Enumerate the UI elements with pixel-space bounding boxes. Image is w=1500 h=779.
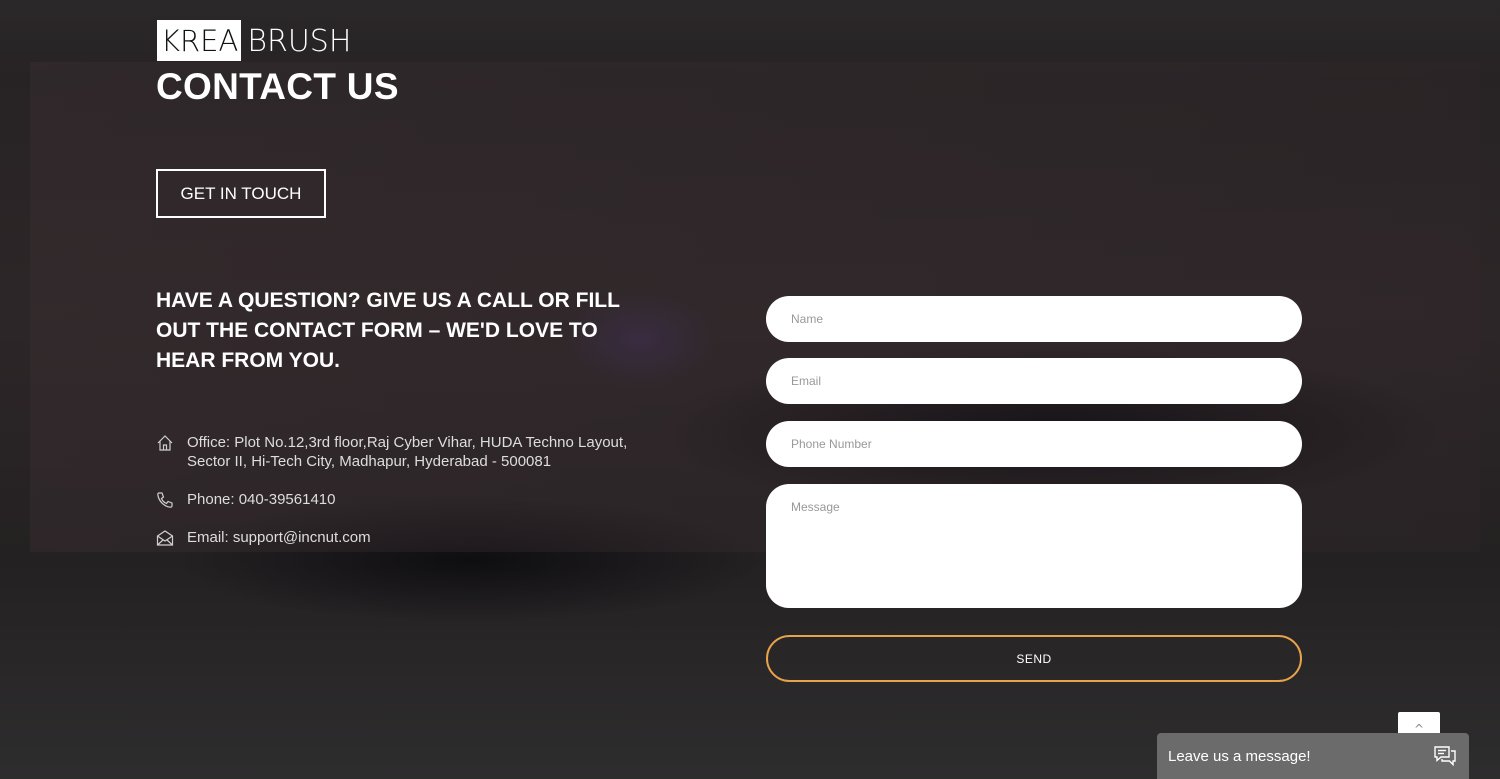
chat-bubbles-icon xyxy=(1433,745,1457,767)
logo[interactable]: KREA BRUSH xyxy=(157,20,351,61)
get-in-touch-button[interactable]: GET IN TOUCH xyxy=(156,169,326,218)
phone-text[interactable]: Phone: 040-39561410 xyxy=(187,490,335,509)
chat-widget-label: Leave us a message! xyxy=(1168,747,1311,765)
name-input[interactable] xyxy=(766,296,1302,342)
email-text[interactable]: Email: support@incnut.com xyxy=(187,528,371,547)
chat-widget[interactable]: Leave us a message! xyxy=(1157,733,1469,779)
envelope-icon xyxy=(156,529,176,549)
home-icon xyxy=(156,434,176,454)
phone-icon xyxy=(156,491,176,511)
office-address: Office: Plot No.12,3rd floor,Raj Cyber V… xyxy=(156,433,637,471)
office-text: Office: Plot No.12,3rd floor,Raj Cyber V… xyxy=(187,434,628,470)
logo-krea: KREA xyxy=(157,20,242,61)
message-textarea[interactable] xyxy=(766,484,1302,608)
email-input[interactable] xyxy=(766,358,1302,404)
page-title: CONTACT US xyxy=(156,66,399,107)
send-button[interactable]: SEND xyxy=(766,635,1302,682)
phone-info: Phone: 040-39561410 xyxy=(156,490,335,511)
logo-brush: BRUSH xyxy=(247,24,352,59)
phone-number-input[interactable] xyxy=(766,421,1302,467)
email-info: Email: support@incnut.com xyxy=(156,528,371,549)
contact-headline: HAVE A QUESTION? GIVE US A CALL OR FILL … xyxy=(156,289,620,372)
